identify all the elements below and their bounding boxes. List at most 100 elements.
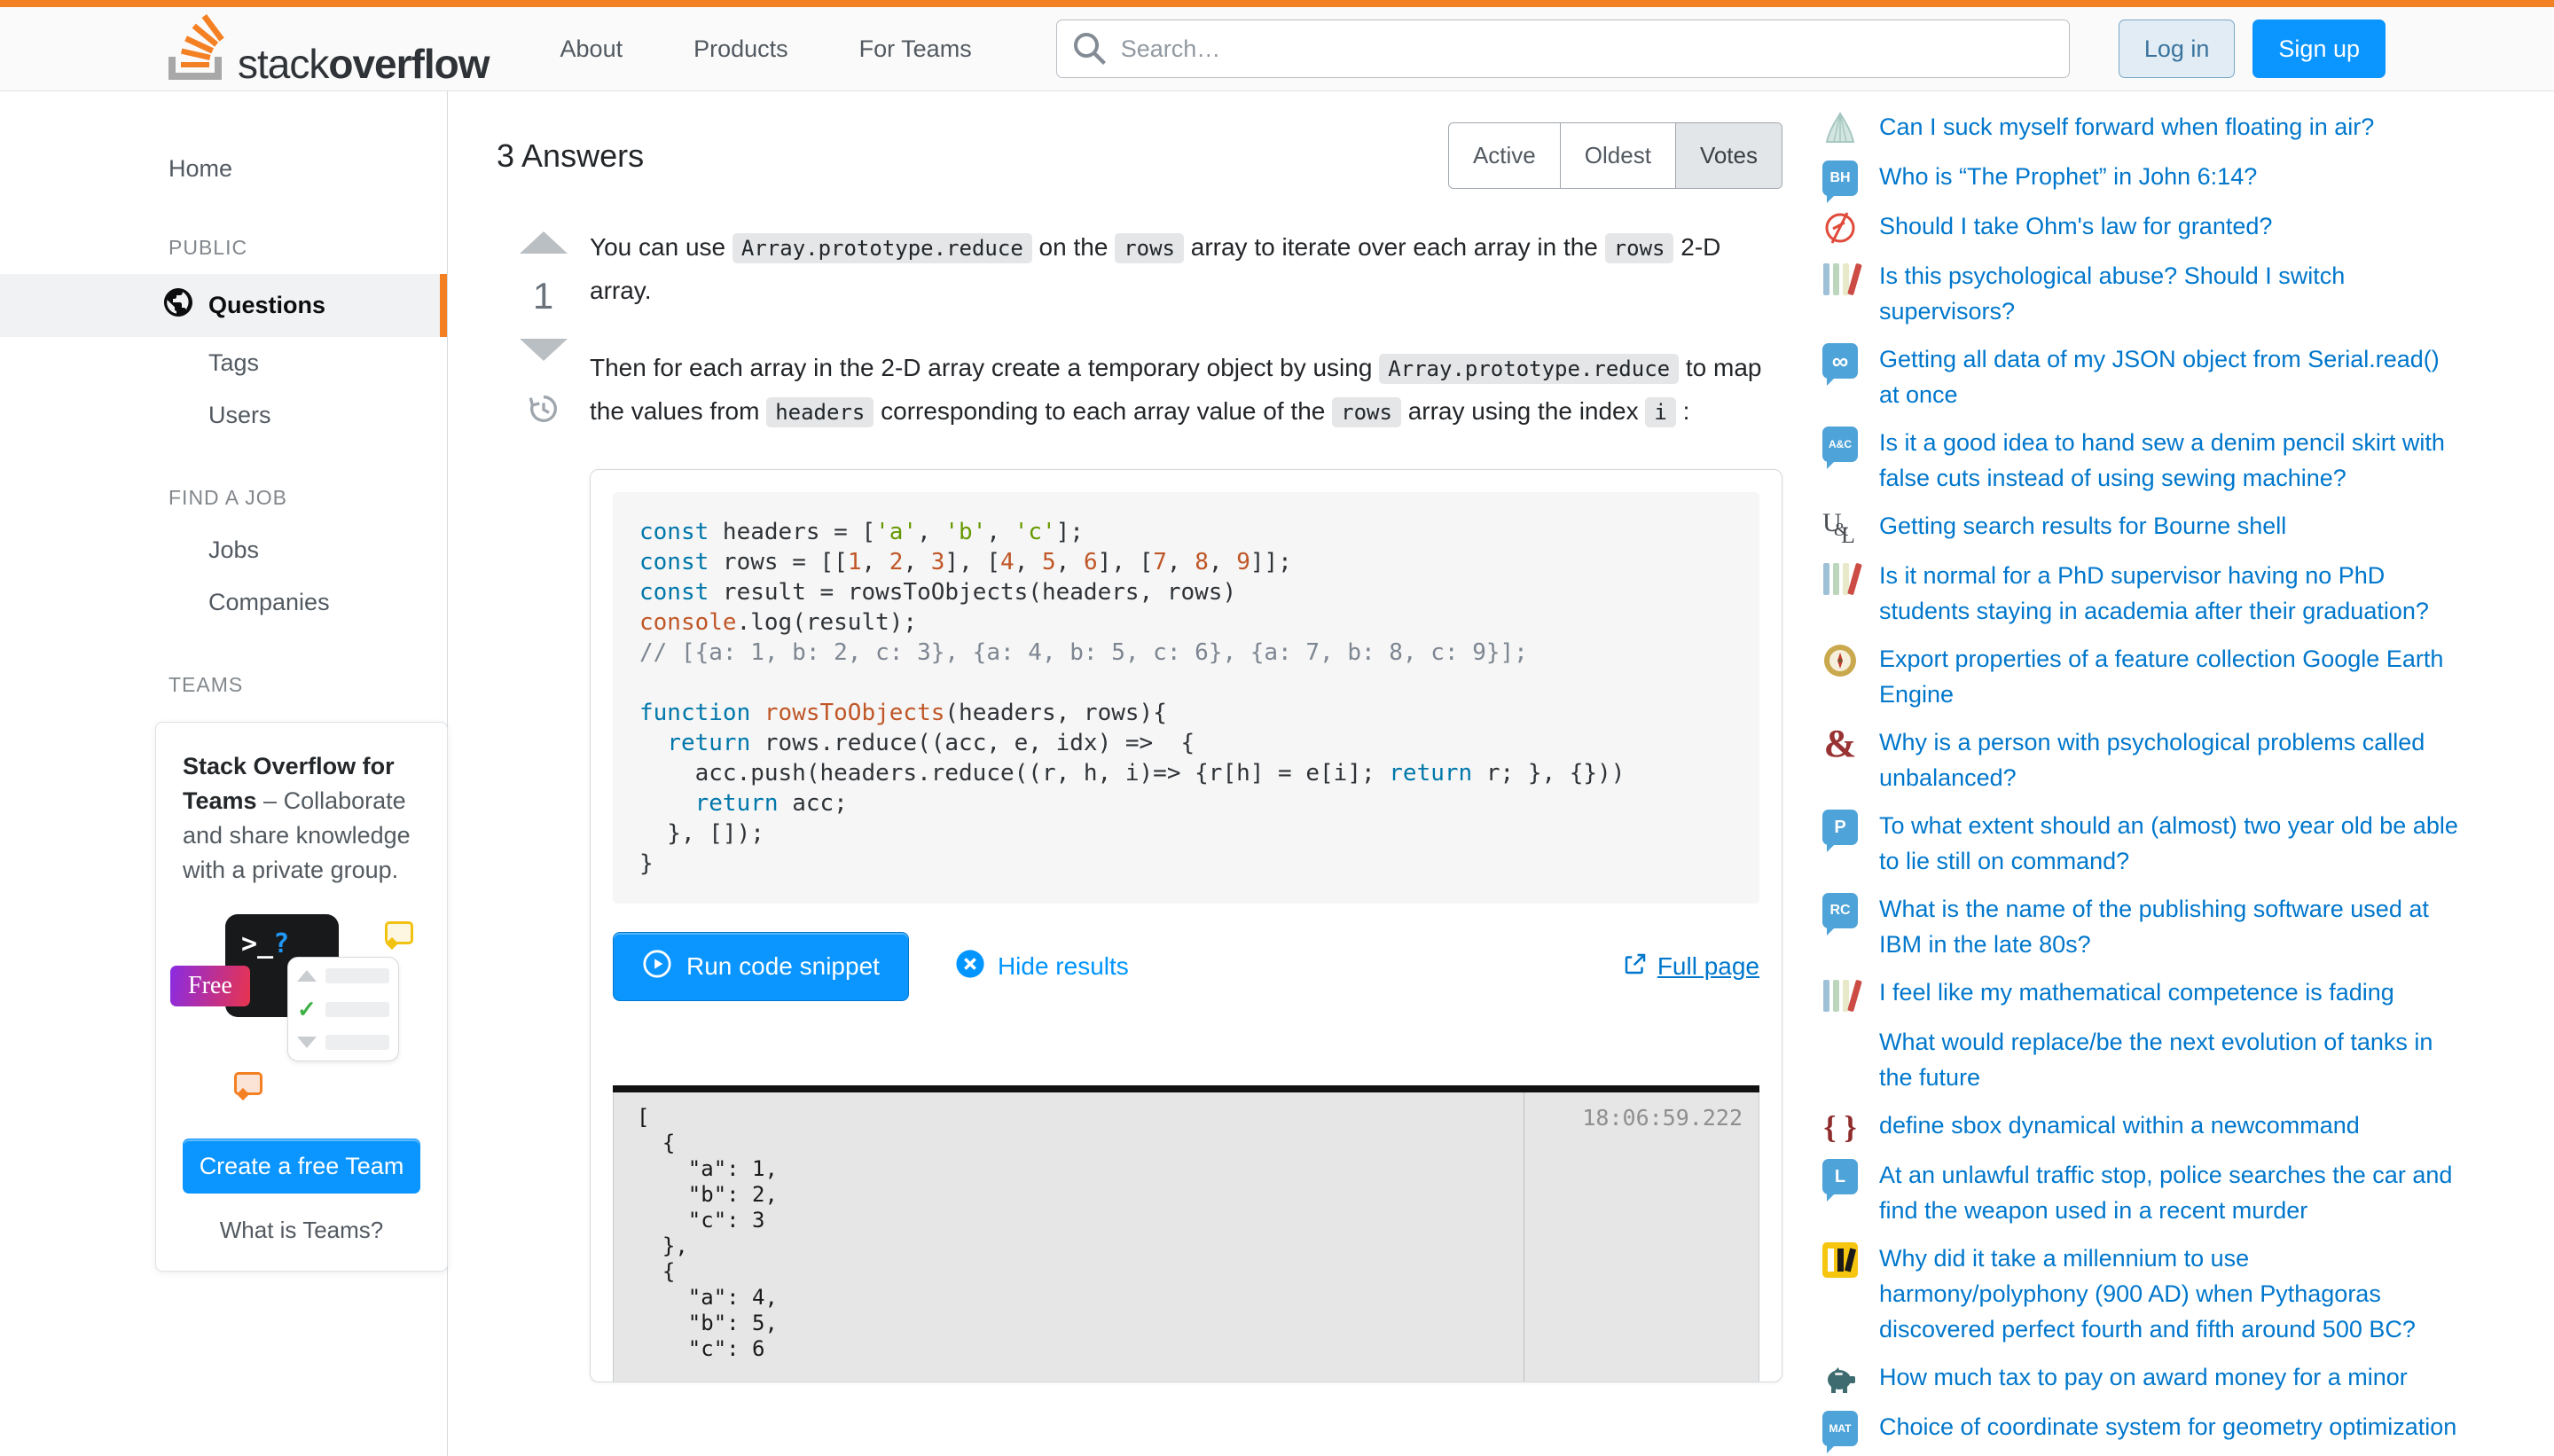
bubble-icon: MAT bbox=[1822, 1411, 1858, 1446]
hot-question-link[interactable]: define sbox dynamical within a newcomman… bbox=[1879, 1108, 2360, 1143]
what-is-teams-link[interactable]: What is Teams? bbox=[183, 1217, 420, 1244]
inline-code: rows bbox=[1115, 233, 1184, 263]
hot-question-link[interactable]: Can I suck myself forward when floating … bbox=[1879, 109, 2374, 145]
console-line: }, bbox=[637, 1233, 1524, 1259]
hot-question-item: &Why is a person with psychological prob… bbox=[1822, 724, 2492, 795]
sidebar-item-label: Companies bbox=[208, 589, 330, 616]
hot-question-link[interactable]: Getting all data of my JSON object from … bbox=[1879, 341, 2464, 412]
hot-question-item: PTo what extent should an (almost) two y… bbox=[1822, 808, 2492, 879]
full-page-link[interactable]: Full page bbox=[1622, 951, 1759, 983]
hot-question-link[interactable]: At an unlawful traffic stop, police sear… bbox=[1879, 1157, 2464, 1228]
hot-question-link[interactable]: Getting search results for Bourne shell bbox=[1879, 508, 2286, 544]
console-output: [ { "a": 1, "b": 2, "c": 3 }, { "a": 4, … bbox=[613, 1085, 1759, 1382]
hot-question-link[interactable]: Is it normal for a PhD supervisor having… bbox=[1879, 558, 2464, 629]
english-icon: & bbox=[1822, 726, 1858, 762]
create-team-button[interactable]: Create a free Team bbox=[183, 1139, 420, 1194]
external-link-icon bbox=[1622, 951, 1649, 983]
bubble-icon: A&C bbox=[1822, 427, 1858, 462]
hot-question-item: LAt an unlawful traffic stop, police sea… bbox=[1822, 1157, 2492, 1228]
sidebar-item-home[interactable]: Home bbox=[0, 146, 447, 192]
music-icon bbox=[1822, 1242, 1858, 1278]
free-badge: Free bbox=[170, 966, 250, 1006]
sort-tab-active[interactable]: Active bbox=[1449, 123, 1560, 188]
speech-bubble-icon bbox=[385, 921, 413, 944]
hot-question-link[interactable]: What is the name of the publishing softw… bbox=[1879, 891, 2464, 962]
hot-question-link[interactable]: I feel like my mathematical competence i… bbox=[1879, 975, 2394, 1010]
inline-code: headers bbox=[766, 397, 874, 427]
hot-question-item: Why did it take a millennium to use harm… bbox=[1822, 1241, 2492, 1347]
hot-question-item: { } define sbox dynamical within a newcom… bbox=[1822, 1108, 2492, 1145]
login-button[interactable]: Log in bbox=[2119, 20, 2236, 78]
answer-sort-tabs: ActiveOldestVotes bbox=[1448, 122, 1782, 189]
search-input[interactable] bbox=[1056, 20, 2070, 78]
code-line: // [{a: 1, b: 2, c: 3}, {a: 4, b: 5, c: … bbox=[639, 638, 1733, 668]
hot-question-link[interactable]: Should I take Ohm's law for granted? bbox=[1879, 208, 2272, 244]
code-line: const headers = ['a', 'b', 'c']; bbox=[639, 517, 1733, 547]
hot-network-questions: Can I suck myself forward when floating … bbox=[1809, 91, 2554, 1456]
code-line: function rowsToObjects(headers, rows){ bbox=[639, 698, 1733, 728]
history-icon[interactable] bbox=[526, 391, 561, 431]
bubble-icon: ∞ bbox=[1822, 343, 1858, 379]
code-line: return acc; bbox=[639, 788, 1733, 818]
play-icon bbox=[642, 949, 672, 985]
sidebar-item-jobs[interactable]: Jobs bbox=[0, 524, 447, 576]
sort-tab-votes[interactable]: Votes bbox=[1675, 123, 1782, 188]
hot-question-item: Export properties of a feature collectio… bbox=[1822, 641, 2492, 712]
run-code-snippet-button[interactable]: Run code snippet bbox=[613, 932, 909, 1001]
hot-question-link[interactable]: Who is “The Prophet” in John 6:14? bbox=[1879, 159, 2257, 194]
hot-question-link[interactable]: Export properties of a feature collectio… bbox=[1879, 641, 2464, 712]
upvote-button[interactable] bbox=[520, 231, 568, 254]
hot-question-link[interactable]: Choice of coordinate system for geometry… bbox=[1879, 1409, 2456, 1444]
hot-question-link[interactable]: Why is a person with psychological probl… bbox=[1879, 724, 2464, 795]
hot-question-link[interactable]: Is it a good idea to hand sew a denim pe… bbox=[1879, 425, 2464, 496]
hot-question-link[interactable]: To what extent should an (almost) two ye… bbox=[1879, 808, 2464, 879]
hot-question-link[interactable]: What would replace/be the next evolution… bbox=[1879, 1024, 2464, 1095]
sort-tab-oldest[interactable]: Oldest bbox=[1560, 123, 1675, 188]
hot-question-link[interactable]: How much tax to pay on award money for a… bbox=[1879, 1359, 2408, 1395]
sidebar-item-tags[interactable]: Tags bbox=[0, 337, 447, 389]
hot-question-link[interactable]: Why did it take a millennium to use harm… bbox=[1879, 1241, 2464, 1347]
sidebar-item-users[interactable]: Users bbox=[0, 389, 447, 442]
electronics-icon bbox=[1822, 210, 1858, 246]
hot-question-item: MAT Choice of coordinate system for geome… bbox=[1822, 1409, 2492, 1446]
top-bar: stackoverflow AboutProductsFor Teams Log… bbox=[0, 0, 2554, 91]
nav-link-for-teams[interactable]: For Teams bbox=[824, 7, 1007, 90]
vote-count: 1 bbox=[533, 275, 553, 317]
console-line: [ bbox=[637, 1105, 1524, 1131]
teams-promo-card: Stack Overflow for Teams – Collaborate a… bbox=[155, 722, 448, 1272]
sidebar-item-label: Jobs bbox=[208, 536, 259, 564]
sidebar-section-label: PUBLIC bbox=[0, 236, 447, 260]
hot-question-item: ∞ Getting all data of my JSON object from… bbox=[1822, 341, 2492, 412]
downvote-button[interactable] bbox=[520, 339, 568, 361]
sidebar-item-label: Questions bbox=[208, 292, 325, 319]
signup-button[interactable]: Sign up bbox=[2252, 20, 2386, 78]
academia-icon bbox=[1822, 260, 1858, 295]
main-content: 3 Answers ActiveOldestVotes 1 You can us… bbox=[448, 91, 1809, 1456]
console-timestamp: 18:06:59.222 bbox=[1524, 1092, 1759, 1382]
sidebar-item-companies[interactable]: Companies bbox=[0, 576, 447, 629]
left-sidebar: Home PUBLICQuestionsTagsUsersFIND A JOBJ… bbox=[0, 91, 448, 1456]
console-line: "b": 2, bbox=[637, 1182, 1524, 1208]
hot-question-item: I feel like my mathematical competence i… bbox=[1822, 975, 2492, 1012]
money-icon bbox=[1822, 1361, 1858, 1397]
code-snippet-widget: const headers = ['a', 'b', 'c'];const ro… bbox=[590, 469, 1782, 1382]
bubble-icon: RC bbox=[1822, 893, 1858, 928]
hot-question-link[interactable]: Is this psychological abuse? Should I sw… bbox=[1879, 258, 2464, 329]
sidebar-item-questions[interactable]: Questions bbox=[0, 274, 447, 337]
inline-code: Array.prototype.reduce bbox=[733, 233, 1032, 263]
hot-question-item: What would replace/be the next evolution… bbox=[1822, 1024, 2492, 1095]
code-line: }, []); bbox=[639, 818, 1733, 849]
gis-icon bbox=[1822, 643, 1858, 678]
code-line bbox=[639, 668, 1733, 698]
tex-icon: { } bbox=[1822, 1109, 1858, 1145]
sidebar-item-label: Tags bbox=[208, 349, 259, 377]
stackoverflow-logo[interactable]: stackoverflow bbox=[168, 14, 490, 84]
answer-paragraph: You can use Array.prototype.reduce on th… bbox=[590, 226, 1782, 311]
console-lines: [ { "a": 1, "b": 2, "c": 3 }, { "a": 4, … bbox=[614, 1092, 1524, 1382]
nav-link-products[interactable]: Products bbox=[658, 7, 824, 90]
console-line: "a": 1, bbox=[637, 1156, 1524, 1182]
code-line: acc.push(headers.reduce((r, h, i)=> {r[h… bbox=[639, 758, 1733, 788]
nav-link-about[interactable]: About bbox=[525, 7, 659, 90]
globe-icon bbox=[162, 286, 194, 325]
hide-results-link[interactable]: Hide results bbox=[955, 949, 1129, 985]
